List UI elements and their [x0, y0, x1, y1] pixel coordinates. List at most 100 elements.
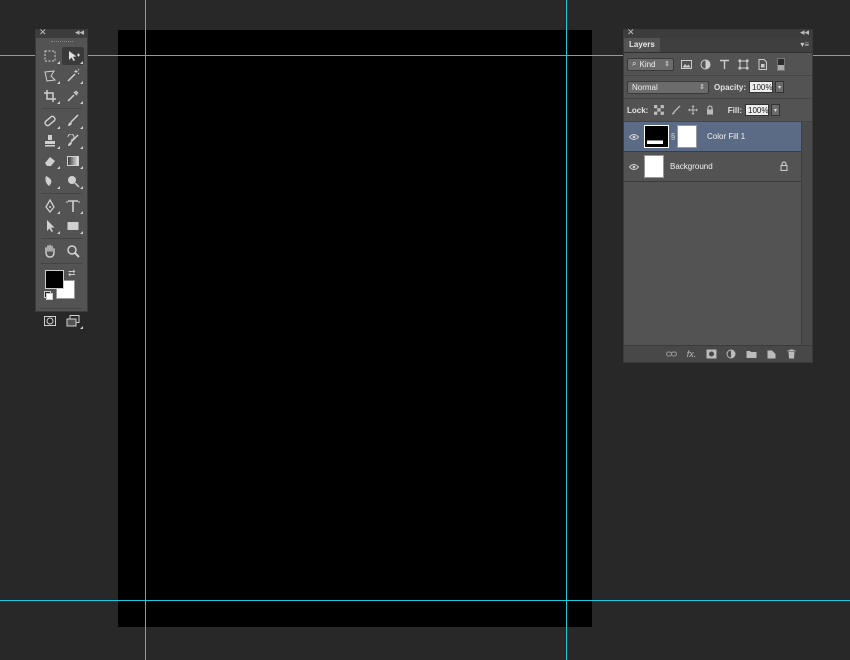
layer-mask-thumbnail[interactable] — [677, 125, 697, 148]
gradient-tool[interactable] — [62, 152, 84, 170]
arrow-pointer-icon — [47, 220, 55, 232]
mask-icon — [706, 349, 717, 359]
quick-mask-button[interactable] — [39, 312, 61, 330]
eye-icon — [629, 163, 639, 170]
close-icon[interactable]: ✕ — [627, 27, 635, 38]
new-layer-button[interactable] — [765, 349, 778, 360]
type-tool[interactable] — [62, 197, 84, 215]
lock-label: Lock: — [627, 105, 649, 115]
delete-layer-button[interactable] — [785, 349, 798, 360]
smart-object-icon — [758, 58, 767, 70]
healing-brush-tool[interactable] — [39, 112, 61, 130]
layer-row-background[interactable]: Background — [624, 152, 801, 182]
guide-vertical-left[interactable] — [145, 0, 146, 660]
filter-type-button[interactable] — [718, 58, 731, 71]
lock-image-pixels-button[interactable] — [670, 104, 682, 116]
blend-mode-select[interactable]: Normal ⇕ — [627, 80, 709, 94]
brush-icon — [68, 114, 79, 126]
color-swatches: ⇄ — [36, 266, 87, 306]
new-layer-icon — [767, 350, 776, 359]
tools-panel-header: ✕ ◂◂ — [36, 27, 87, 38]
type-icon — [720, 59, 729, 69]
tab-layers[interactable]: Layers — [624, 38, 660, 52]
fill-dropdown-button[interactable]: ▾ — [771, 104, 780, 116]
pen-tool[interactable] — [39, 197, 61, 215]
layer-row-color-fill[interactable]: § Color Fill 1 — [624, 122, 801, 152]
layer-thumbnail[interactable] — [644, 125, 669, 148]
marquee-icon — [44, 50, 56, 62]
crop-icon — [44, 90, 56, 102]
opacity-dropdown-button[interactable]: ▾ — [775, 81, 785, 93]
dodge-tool[interactable] — [62, 172, 84, 190]
guide-horizontal-bottom[interactable] — [0, 600, 850, 601]
document-canvas[interactable] — [118, 30, 592, 627]
new-adjustment-layer-button[interactable] — [725, 349, 738, 360]
foreground-color-swatch[interactable] — [45, 270, 64, 289]
dodge-icon — [68, 176, 80, 188]
layer-style-button[interactable]: fx. — [685, 349, 698, 360]
updown-icon: ⇕ — [664, 61, 670, 68]
crop-tool[interactable] — [39, 87, 61, 105]
magic-wand-tool[interactable] — [62, 67, 84, 85]
close-icon[interactable]: ✕ — [39, 27, 47, 38]
blur-icon — [45, 176, 52, 186]
history-brush-tool[interactable] — [62, 132, 84, 150]
lock-position-button[interactable] — [687, 104, 699, 116]
half-circle-icon — [700, 59, 711, 69]
rectangle-icon — [67, 222, 79, 230]
clone-stamp-tool[interactable] — [39, 132, 61, 150]
add-mask-button[interactable] — [705, 349, 718, 360]
blend-mode-value: Normal — [632, 82, 658, 92]
lasso-tool[interactable] — [39, 67, 61, 85]
layer-name[interactable]: Background — [670, 162, 713, 171]
path-selection-tool[interactable] — [39, 217, 61, 235]
brush-icon — [672, 105, 681, 115]
link-icon[interactable]: § — [669, 132, 677, 141]
collapse-icon[interactable]: ◂◂ — [800, 27, 809, 38]
layers-panel: ✕ ◂◂ Layers ▾≡ ⌕ Kind ⇕ Normal ⇕ Opacity… — [623, 27, 813, 363]
fill-input[interactable]: 100% — [745, 104, 769, 116]
guide-vertical-right[interactable] — [566, 0, 567, 660]
layer-thumbnail[interactable] — [644, 155, 664, 178]
filter-smart-object-button[interactable] — [756, 58, 769, 71]
filter-kind-select[interactable]: ⌕ Kind ⇕ — [627, 57, 674, 71]
opacity-input[interactable]: 100% — [749, 81, 774, 93]
visibility-toggle[interactable] — [624, 133, 644, 141]
screen-mode-button[interactable] — [62, 312, 84, 330]
rectangle-tool[interactable] — [62, 217, 84, 235]
lock-all-button[interactable] — [704, 104, 716, 116]
swap-colors-icon[interactable]: ⇄ — [68, 268, 76, 279]
filter-adjustment-button[interactable] — [699, 58, 712, 71]
move-tool[interactable] — [62, 47, 84, 65]
lock-transparent-pixels-button[interactable] — [653, 104, 665, 116]
panel-menu-icon[interactable]: ▾≡ — [800, 40, 809, 49]
fill-label: Fill: — [727, 105, 742, 115]
filter-shape-button[interactable] — [737, 58, 750, 71]
default-colors-icon[interactable] — [44, 291, 53, 300]
hand-tool[interactable] — [39, 242, 61, 260]
link-layers-button[interactable] — [665, 349, 678, 360]
lock-icon[interactable] — [779, 161, 789, 171]
filter-toggle-switch[interactable] — [777, 57, 785, 71]
tools-panel: ✕ ◂◂ ⇄ — [35, 27, 88, 329]
collapse-icon[interactable]: ◂◂ — [75, 27, 84, 38]
stamp-icon — [45, 135, 55, 147]
visibility-toggle[interactable] — [624, 163, 644, 171]
layer-name[interactable]: Color Fill 1 — [707, 132, 745, 141]
eraser-icon — [45, 157, 55, 166]
bandage-icon — [44, 115, 56, 127]
layer-list: § Color Fill 1 Background — [624, 122, 812, 350]
blur-tool[interactable] — [39, 172, 61, 190]
search-icon: ⌕ — [632, 59, 637, 68]
rectangular-marquee-tool[interactable] — [39, 47, 61, 65]
layers-scrollbar[interactable] — [801, 122, 812, 350]
zoom-tool[interactable] — [62, 242, 84, 260]
gradient-icon — [67, 156, 79, 166]
quick-mask-icon — [44, 316, 56, 326]
brush-tool[interactable] — [62, 112, 84, 130]
filter-pixel-button[interactable] — [680, 58, 693, 71]
eraser-tool[interactable] — [39, 152, 61, 170]
panel-grip[interactable] — [36, 38, 87, 46]
eyedropper-tool[interactable] — [62, 87, 84, 105]
new-group-button[interactable] — [745, 349, 758, 360]
